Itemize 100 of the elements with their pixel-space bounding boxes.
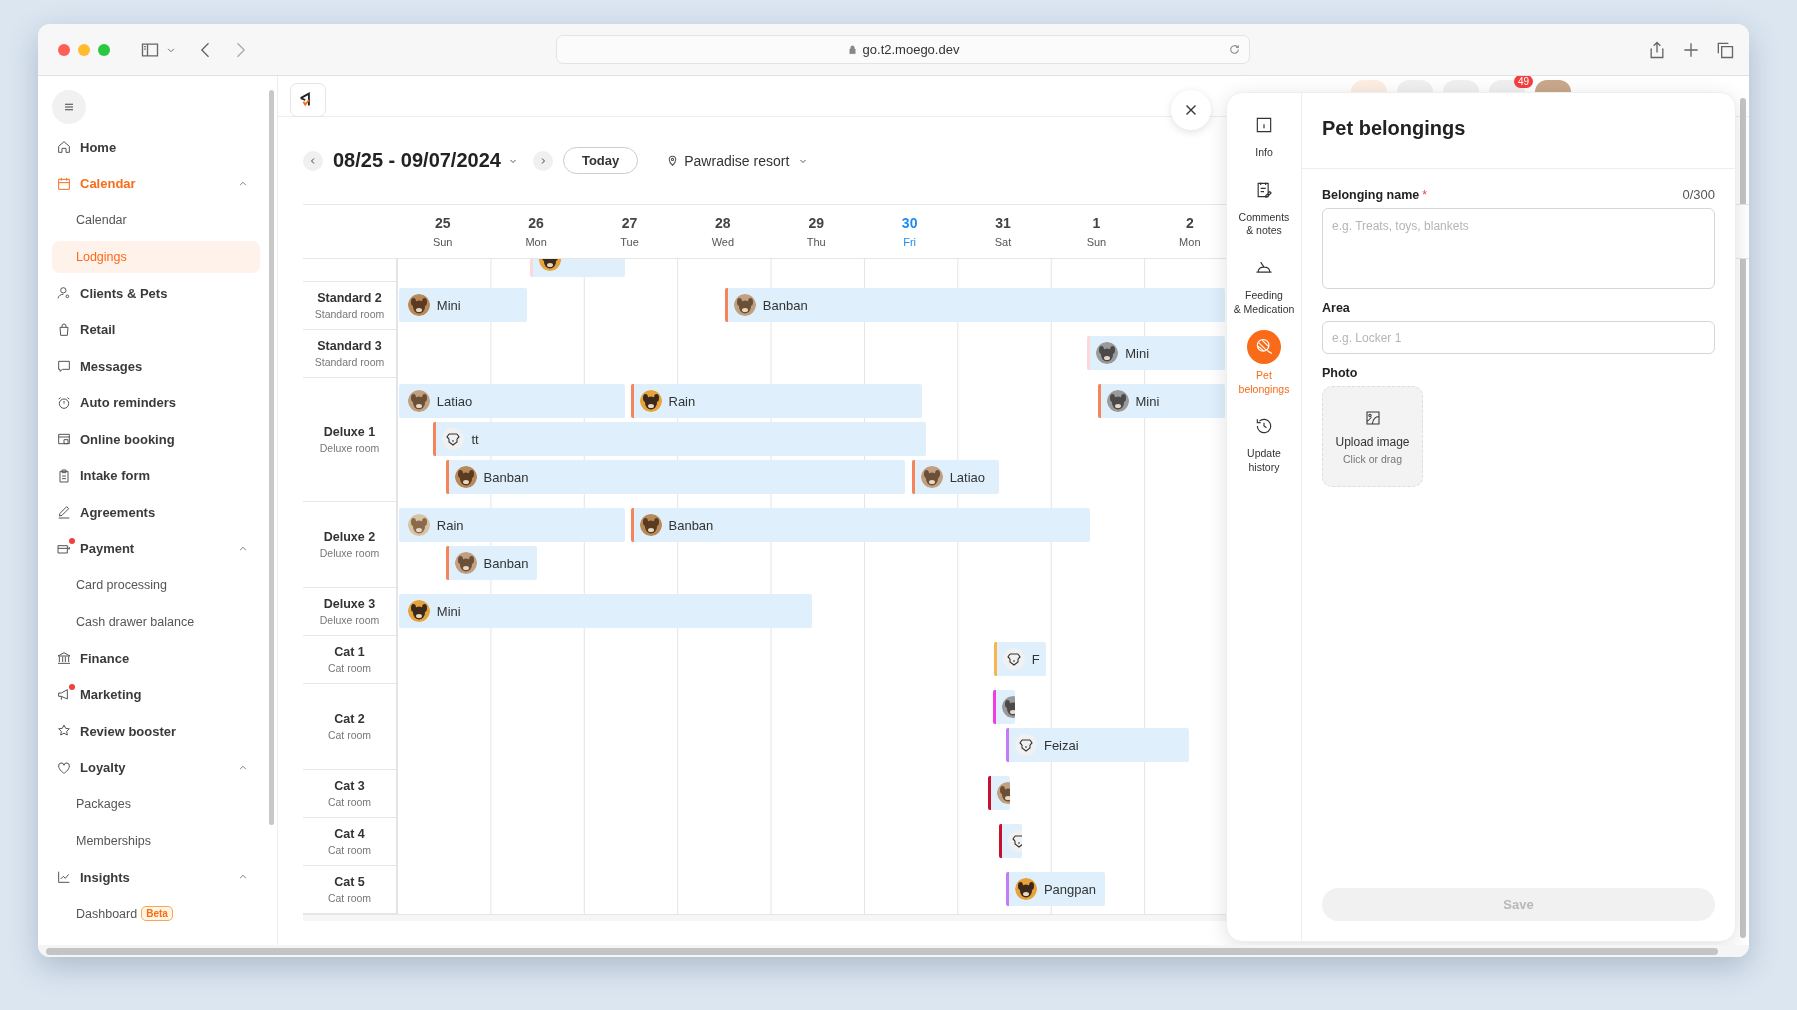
booking-bar[interactable]: Feizai	[1005, 728, 1189, 762]
sidebar-item[interactable]: Clients & Pets	[52, 275, 260, 312]
menu-button[interactable]	[52, 90, 86, 124]
logo-icon[interactable]	[290, 83, 326, 117]
sidebar-subitem[interactable]: Calendar	[52, 204, 127, 237]
panel-tab[interactable]: Update history	[1247, 447, 1281, 475]
booking-bar[interactable]	[988, 776, 1010, 810]
scrollbar[interactable]	[1740, 98, 1746, 938]
booking-bar[interactable]: F	[993, 642, 1047, 676]
belonging-name-field[interactable]: e.g. Treats, toys, blankets	[1322, 208, 1715, 289]
pet-name: Banban	[668, 517, 715, 533]
lock-icon	[846, 44, 858, 55]
sidebar-item[interactable]: Intake form	[52, 457, 260, 494]
booking-bar[interactable]	[992, 690, 1016, 724]
room-name: Cat 5	[334, 875, 365, 889]
room-type: Standard room	[314, 356, 385, 368]
yarn-icon[interactable]	[1247, 330, 1281, 365]
booking-bar[interactable]: Mini	[1087, 336, 1226, 370]
today-button[interactable]: Today	[562, 147, 639, 174]
room-type: Cat room	[327, 729, 372, 741]
sidebar-subitem[interactable]: Dashboard	[52, 897, 138, 930]
sidebar-item[interactable]: Online booking	[52, 421, 260, 458]
upload-area[interactable]: Upload image Click or drag	[1322, 386, 1423, 487]
next-button[interactable]	[532, 150, 553, 171]
calendar-icon	[56, 175, 72, 192]
booking-bar[interactable]: Pangpan	[1005, 872, 1105, 906]
close-window-button[interactable]	[58, 43, 70, 56]
sidebar-subitem[interactable]: Memberships	[52, 824, 152, 857]
sidebar-item[interactable]: Loyalty	[52, 749, 260, 786]
sidebar-item[interactable]: Auto reminders	[52, 384, 260, 421]
heart-icon	[56, 759, 72, 776]
room-name: Deluxe 1	[323, 425, 376, 439]
booking-bar[interactable]: Banban	[630, 508, 1090, 542]
sidebar-item[interactable]: Finance	[52, 640, 260, 677]
reload-icon[interactable]	[1228, 43, 1241, 56]
minimize-window-button[interactable]	[78, 43, 90, 56]
sidebar-subitem[interactable]: Cash drawer balance	[52, 605, 195, 638]
sidebar-item[interactable]: Review booster	[52, 713, 260, 750]
booking-bar[interactable]	[999, 824, 1022, 858]
area-field[interactable]: e.g. Locker 1	[1322, 321, 1715, 354]
pet-name: Mini	[436, 297, 462, 313]
room-name: Cat 3	[334, 779, 365, 793]
sidebar-item[interactable]: Insights	[52, 859, 260, 896]
sidebar-item[interactable]: Payment	[52, 530, 260, 567]
room-name: Cat 2	[334, 712, 365, 726]
booking-bar[interactable]: Banban	[445, 460, 906, 494]
previous-button[interactable]	[303, 150, 323, 171]
sidebar-item[interactable]: Retail	[52, 311, 260, 348]
pet-name: Feizai	[1043, 737, 1080, 753]
scrollbar[interactable]	[46, 947, 1718, 955]
dog-icon	[442, 428, 465, 450]
zoom-window-button[interactable]	[98, 43, 110, 56]
booking-bar[interactable]: Latiao	[398, 384, 625, 418]
panel-tab[interactable]: Feeding & Medication	[1233, 288, 1295, 317]
home-icon	[56, 139, 72, 156]
room-type: Cat room	[327, 844, 372, 856]
sidebar-item[interactable]: Home	[52, 129, 260, 166]
pet-name: Latiao	[436, 393, 474, 409]
pet-name: Rain	[436, 517, 465, 533]
close-button[interactable]	[1171, 90, 1211, 130]
pet-name: Mini	[1135, 393, 1161, 409]
booking-bar[interactable]: tt	[433, 422, 926, 456]
address-bar[interactable]: go.t2.moego.dev	[556, 35, 1250, 64]
beta-badge: Beta	[141, 906, 173, 922]
booking-bar[interactable]: Banban	[724, 288, 1226, 322]
booking-bar[interactable]: Mini	[398, 288, 527, 322]
room-type: Cat room	[327, 892, 372, 904]
room-name: Standard 2	[317, 291, 382, 305]
pet-name: tt	[471, 431, 480, 447]
sidebar-subitem[interactable]: Packages	[52, 788, 131, 821]
location-selector[interactable]: Pawradise resort	[684, 152, 790, 169]
sidebar-item[interactable]: Marketing	[52, 676, 260, 713]
chart-icon	[56, 869, 72, 886]
booking-bar[interactable]: Banban	[445, 546, 538, 580]
room-name: Standard 3	[317, 339, 382, 353]
bank-icon	[56, 650, 72, 667]
room-type: Cat room	[327, 796, 372, 808]
day-header: 31 Sat	[993, 214, 1013, 250]
booking-bar[interactable]: Mini	[398, 594, 812, 628]
sidebar-subitem[interactable]: Card processing	[52, 569, 167, 602]
alarm-icon	[56, 394, 72, 411]
panel-tab[interactable]: Comments & notes	[1238, 210, 1290, 238]
booking-bar[interactable]: Rain	[630, 384, 922, 418]
booking-bar[interactable]: Latiao	[911, 460, 1000, 494]
sidebar-item[interactable]: Messages	[52, 348, 260, 385]
panel-tab[interactable]: Info	[1255, 146, 1273, 160]
image-icon	[1363, 408, 1382, 427]
room-name: Cat 4	[334, 827, 365, 841]
scrollbar[interactable]	[269, 90, 274, 825]
pet-name: Latiao	[949, 469, 987, 485]
date-range[interactable]: 08/25 - 09/07/2024	[333, 149, 501, 172]
room-name: Deluxe 2	[323, 530, 376, 544]
booking-bar[interactable]: Mini	[1097, 384, 1226, 418]
dog-icon	[1014, 734, 1037, 756]
user-avatar[interactable]	[1535, 80, 1571, 92]
day-header: 29 Thu	[805, 214, 827, 250]
sidebar-item[interactable]: Agreements	[52, 494, 260, 531]
booking-bar[interactable]: Rain	[398, 508, 625, 542]
room-type: Deluxe room	[319, 442, 380, 454]
panel-title: Pet belongings	[1302, 93, 1735, 169]
